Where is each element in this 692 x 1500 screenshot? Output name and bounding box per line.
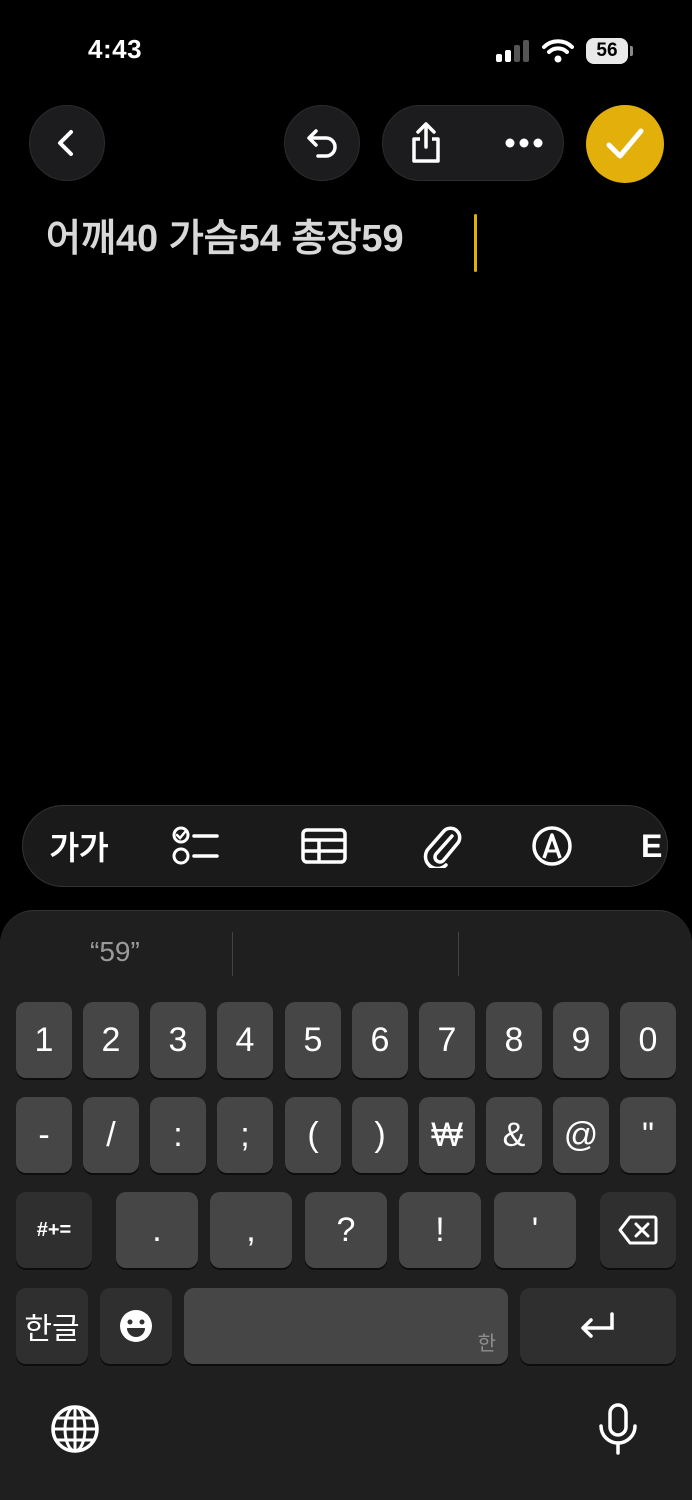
key[interactable]: ; [217, 1097, 273, 1173]
key[interactable]: 6 [352, 1002, 408, 1078]
space-key[interactable]: 한 [184, 1288, 508, 1364]
markup-button[interactable] [507, 806, 597, 886]
attachment-button[interactable] [397, 806, 487, 886]
key[interactable]: 1 [16, 1002, 72, 1078]
key[interactable]: 4 [217, 1002, 273, 1078]
back-button[interactable] [29, 105, 105, 181]
key[interactable]: - [16, 1097, 72, 1173]
return-key[interactable] [520, 1288, 676, 1364]
share-icon [412, 122, 440, 163]
note-text[interactable]: 어깨40 가슴54 총장59 [46, 216, 404, 262]
key[interactable]: 0 [620, 1002, 676, 1078]
emoji-key[interactable] [100, 1288, 172, 1364]
suggestion-item[interactable]: “59” [90, 936, 140, 968]
checklist-icon [172, 826, 219, 865]
microphone-icon [599, 1403, 637, 1455]
status-time: 4:43 [88, 34, 143, 64]
text-style-button[interactable]: 가가 [29, 806, 129, 886]
key[interactable]: / [83, 1097, 139, 1173]
done-button[interactable] [586, 105, 664, 183]
backspace-icon [618, 1215, 658, 1245]
checklist-button[interactable] [151, 806, 241, 886]
key[interactable]: , [210, 1192, 292, 1268]
key[interactable]: . [116, 1192, 198, 1268]
overflow-item-label: E [641, 827, 663, 864]
key[interactable]: 8 [486, 1002, 542, 1078]
return-icon [581, 1312, 614, 1338]
key[interactable]: @ [553, 1097, 609, 1173]
dictation-button[interactable] [596, 1402, 640, 1456]
key[interactable]: ( [285, 1097, 341, 1173]
key[interactable]: 7 [419, 1002, 475, 1078]
chevron-left-icon [58, 130, 73, 156]
emoji-icon [120, 1310, 152, 1342]
overflow-item[interactable]: E [641, 806, 667, 886]
battery-tip [630, 46, 633, 56]
table-button[interactable] [279, 806, 369, 886]
suggestion-divider [458, 932, 459, 976]
key[interactable]: : [150, 1097, 206, 1173]
key[interactable]: ? [305, 1192, 387, 1268]
key[interactable]: ₩ [419, 1097, 475, 1173]
key[interactable]: ! [399, 1192, 481, 1268]
battery-indicator: 56 [586, 38, 628, 64]
format-toolbar: 가가 E [22, 805, 668, 887]
undo-button[interactable] [284, 105, 360, 181]
symbols-key[interactable]: #+= [16, 1192, 92, 1268]
globe-icon [51, 1405, 99, 1453]
suggestion-divider [232, 932, 233, 976]
key[interactable]: 9 [553, 1002, 609, 1078]
pen-tip-icon [532, 826, 572, 866]
key[interactable]: & [486, 1097, 542, 1173]
key[interactable]: 3 [150, 1002, 206, 1078]
language-key[interactable]: 한글 [16, 1288, 88, 1364]
text-style-label: 가가 [49, 830, 109, 866]
delete-key[interactable] [600, 1192, 676, 1268]
globe-button[interactable] [50, 1404, 100, 1454]
more-button[interactable] [494, 112, 554, 174]
key[interactable]: " [620, 1097, 676, 1173]
ellipsis-icon [505, 138, 543, 148]
wifi-icon [542, 39, 574, 63]
table-icon [301, 828, 347, 864]
text-cursor [474, 214, 477, 272]
key[interactable]: 5 [285, 1002, 341, 1078]
key[interactable]: ' [494, 1192, 576, 1268]
key[interactable]: ) [352, 1097, 408, 1173]
space-key-hint: 한 [477, 1333, 496, 1355]
cellular-signal-icon [496, 40, 530, 62]
checkmark-icon [606, 128, 644, 159]
share-button[interactable] [398, 112, 454, 174]
key[interactable]: 2 [83, 1002, 139, 1078]
paperclip-icon [423, 826, 462, 868]
undo-icon [307, 129, 337, 158]
